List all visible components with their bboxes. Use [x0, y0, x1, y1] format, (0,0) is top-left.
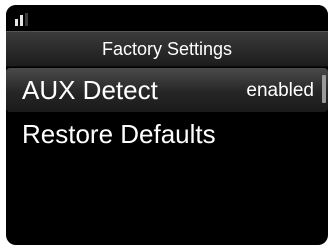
status-bar: [6, 5, 328, 29]
scrollbar[interactable]: [322, 75, 326, 103]
signal-bar-3: [25, 13, 28, 26]
menu-item-label: Restore Defaults: [22, 119, 216, 149]
signal-bar-2: [20, 15, 23, 26]
signal-bar-1: [15, 19, 18, 26]
device-screen: Factory Settings AUX Detect enabled Rest…: [6, 5, 328, 245]
menu-item-value: enabled: [246, 80, 314, 101]
signal-strength-icon: [15, 13, 35, 26]
screen-title: Factory Settings: [6, 31, 328, 67]
menu-item-aux-detect[interactable]: AUX Detect enabled: [6, 68, 328, 112]
menu-item-restore-defaults[interactable]: Restore Defaults: [6, 112, 328, 156]
menu-item-label: AUX Detect: [22, 75, 158, 105]
